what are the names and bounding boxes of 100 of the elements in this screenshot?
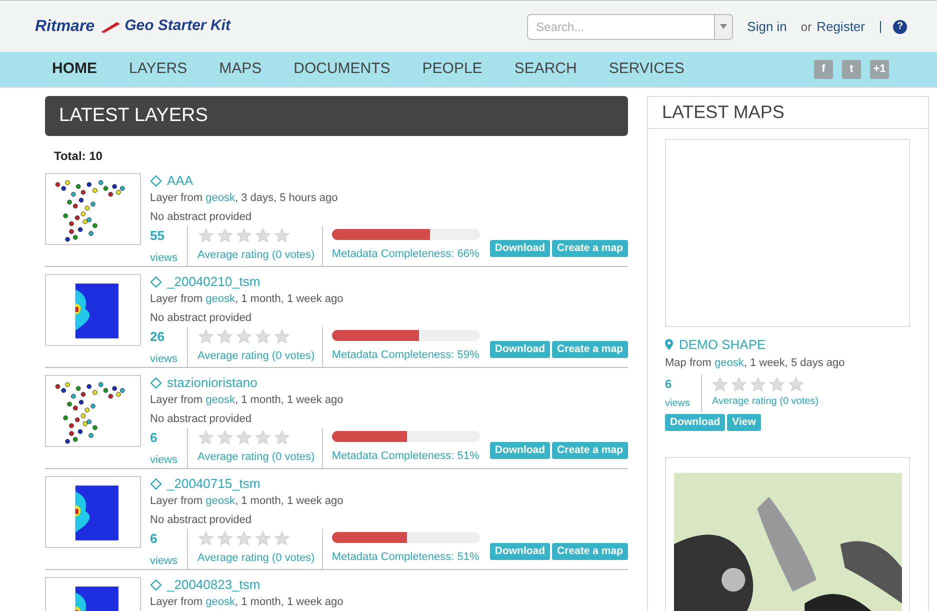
view-count: 26 [150, 328, 164, 346]
social-button[interactable]: +1 [870, 60, 889, 79]
star-icon [254, 228, 271, 244]
rating-link[interactable]: Average rating (0 votes) [198, 348, 315, 365]
completeness-text: Metadata Completeness: 51% [332, 550, 480, 566]
views-label: views [150, 250, 178, 266]
completeness-text: Metadata Completeness: 51% [332, 449, 480, 464]
star-icon [198, 531, 214, 546]
star-icon [198, 329, 214, 344]
action-button[interactable]: View [727, 414, 761, 431]
view-count: 6 [150, 530, 158, 548]
byline-text: Layer from geosk, 1 month, 1 week ago [150, 494, 344, 509]
completeness-text: Metadata Completeness: 59% [332, 348, 480, 364]
layer-title-link[interactable]: AAA [150, 173, 194, 189]
completeness-text: Metadata Completeness: 66% [332, 247, 480, 262]
star-icon [216, 430, 233, 446]
owner-link[interactable]: geosk [714, 356, 744, 368]
owner-link[interactable]: geosk [206, 394, 235, 406]
or-text: or [800, 18, 812, 36]
byline-text: Layer from geosk, 1 month, 1 week ago [150, 393, 344, 408]
byline-text: Map from geosk, 1 week, 5 days ago [665, 356, 845, 370]
dropdown-button[interactable] [715, 14, 734, 40]
views-label: views [150, 452, 178, 468]
star-icon [769, 377, 785, 392]
nav-tab[interactable]: MAPS [219, 58, 262, 81]
nav-tab[interactable]: PEOPLE [422, 58, 482, 81]
views-label: views [665, 397, 690, 411]
star-icon [198, 430, 214, 446]
action-button[interactable]: Download [490, 442, 550, 459]
section-header: LATEST LAYERS [45, 96, 628, 136]
layer-title-link[interactable]: stazionioristano [150, 375, 258, 391]
nav-tab[interactable]: SERVICES [608, 58, 684, 81]
view-count: 6 [150, 429, 158, 447]
map-pin-icon [665, 339, 673, 350]
star-icon [254, 430, 271, 446]
views-label: views [150, 554, 178, 568]
rating-link[interactable]: Average rating (0 votes) [198, 247, 315, 264]
sign-in-link[interactable]: Sign in [747, 16, 787, 36]
abstract-text: No abstract provided [150, 310, 252, 326]
action-button[interactable]: Download [665, 414, 726, 431]
owner-link[interactable]: geosk [206, 596, 235, 608]
owner-link[interactable]: geosk [206, 293, 235, 305]
search-field[interactable]: Search... [527, 14, 716, 40]
star-icon [236, 228, 252, 244]
abstract-text: No abstract provided [150, 512, 252, 528]
star-icon [236, 531, 252, 546]
nav-tab[interactable]: LAYERS [129, 58, 188, 81]
star-icon [216, 531, 233, 546]
abstract-text: No abstract provided [150, 210, 252, 224]
rating-link[interactable]: Average rating (0 votes) [198, 449, 315, 466]
nav-tab[interactable]: DOCUMENTS [294, 58, 390, 81]
diamond-icon [150, 478, 162, 490]
diamond-icon [150, 377, 162, 389]
views-label: views [150, 352, 178, 366]
layer-title-link[interactable]: _20040715_tsm [150, 476, 260, 492]
star-icon [236, 329, 252, 344]
byline-text: Layer from geosk, 3 days, 5 hours ago [150, 191, 338, 206]
owner-link[interactable]: geosk [206, 495, 235, 507]
action-button[interactable]: Download [490, 240, 550, 257]
star-icon [216, 228, 233, 244]
layer-title-link[interactable]: _20040210_tsm [150, 274, 260, 290]
star-icon [750, 377, 766, 392]
star-icon [712, 377, 728, 392]
owner-link[interactable]: geosk [206, 192, 235, 204]
star-icon [274, 531, 290, 546]
diamond-icon [150, 175, 162, 187]
byline-text: Layer from geosk, 1 month, 1 week ago [150, 292, 344, 307]
rating-link[interactable]: Average rating (0 votes) [198, 550, 315, 567]
diamond-icon [150, 579, 162, 591]
star-icon [731, 377, 747, 392]
panel-title: LATEST MAPS [648, 97, 928, 129]
action-button[interactable]: Download [490, 341, 550, 358]
star-icon [274, 329, 290, 344]
action-button[interactable]: Download [490, 543, 550, 560]
view-count: 55 [150, 227, 164, 245]
star-icon [274, 228, 290, 244]
nav-tab[interactable]: HOME [52, 58, 97, 81]
diamond-icon [150, 276, 162, 288]
social-button[interactable]: f [814, 60, 833, 79]
star-icon [236, 430, 252, 446]
view-count: 6 [665, 376, 672, 393]
action-button[interactable]: Create a map [552, 240, 628, 257]
register-link[interactable]: Register [816, 16, 865, 36]
social-button[interactable]: t [842, 60, 861, 79]
abstract-text: No abstract provided [150, 412, 252, 426]
nav-tab[interactable]: SEARCH [514, 58, 577, 81]
layer-title-link[interactable]: _20040823_tsm [150, 577, 260, 593]
star-icon [254, 531, 271, 546]
action-button[interactable]: Create a map [552, 341, 628, 358]
action-button[interactable]: Create a map [552, 442, 628, 459]
help-icon[interactable]: ? [893, 20, 907, 34]
rating-link[interactable]: Average rating (0 votes) [712, 394, 819, 409]
action-button[interactable]: Create a map [552, 543, 628, 560]
map-title-link[interactable]: DEMO SHAPE [665, 335, 766, 354]
byline-text: Layer from geosk, 1 month, 1 week ago [150, 595, 344, 610]
star-icon [216, 329, 233, 344]
logo[interactable]: Ritmare Geo Starter Kit [35, 12, 230, 42]
total-count: Total: 10 [54, 148, 102, 165]
star-icon [198, 228, 214, 244]
star-icon [274, 430, 290, 446]
